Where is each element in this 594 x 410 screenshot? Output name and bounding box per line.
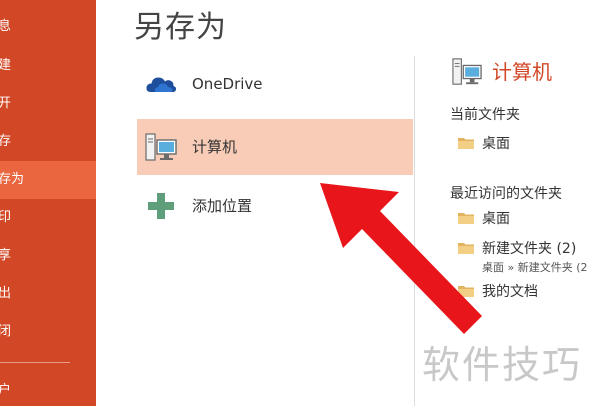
sidebar-item-label: 出 [0, 286, 12, 301]
sidebar-item-account[interactable]: 户 [0, 372, 96, 410]
sidebar-item-export[interactable]: 出 [0, 275, 96, 313]
sidebar-item-label: 开 [0, 96, 12, 111]
sidebar-item-label: 建 [0, 58, 12, 73]
plus-icon [148, 193, 174, 219]
sidebar-item-label: 息 [0, 19, 12, 34]
place-label: 计算机 [192, 138, 238, 156]
recent-folders-heading: 最近访问的文件夹 [450, 186, 562, 202]
recent-folder-item[interactable]: 新建文件夹 (2) [456, 237, 594, 259]
place-label: OneDrive [192, 75, 263, 93]
sidebar-item-label: 存为 [0, 172, 25, 187]
folder-name: 我的文档 [482, 284, 538, 300]
sidebar-item-print[interactable]: 印 [0, 199, 96, 237]
sidebar-item-save[interactable]: 存 [0, 123, 96, 161]
folder-icon [458, 213, 474, 224]
folder-icon [458, 243, 474, 254]
sidebar-item-label: 享 [0, 248, 12, 263]
folder-icon [458, 286, 474, 297]
pane-title: 计算机 [492, 60, 552, 84]
place-onedrive[interactable]: OneDrive [137, 56, 413, 112]
current-folder-item[interactable]: 桌面 [456, 132, 594, 154]
current-folder-heading: 当前文件夹 [450, 107, 520, 123]
place-computer[interactable]: 计算机 [137, 119, 413, 175]
sidebar-item-label: 闭 [0, 324, 12, 339]
sidebar-item-info[interactable]: 息 [0, 8, 96, 46]
sidebar-item-new[interactable]: 建 [0, 47, 96, 85]
computer-icon [145, 133, 177, 161]
recent-folder-item[interactable]: 桌面 [456, 207, 594, 229]
folder-name: 桌面 [482, 211, 510, 227]
watermark: 软件技巧 [422, 343, 583, 387]
sidebar-item-label: 存 [0, 134, 12, 149]
folder-name: 桌面 [482, 136, 510, 152]
sidebar-item-share[interactable]: 享 [0, 237, 96, 275]
sidebar-item-open[interactable]: 开 [0, 85, 96, 123]
sidebar-item-label: 印 [0, 210, 12, 225]
folder-path: 桌面 » 新建文件夹 (2 [482, 261, 588, 274]
cloud-icon [146, 77, 177, 92]
folder-icon [458, 138, 474, 149]
recent-folder-item[interactable]: 我的文档 [456, 280, 594, 302]
page-title: 另存为 [134, 10, 227, 45]
sidebar-item-close[interactable]: 闭 [0, 313, 96, 351]
pane-separator [414, 56, 415, 406]
place-label: 添加位置 [192, 197, 253, 215]
backstage-sidebar: 息 建 开 存 存为 印 享 出 闭 户 [0, 0, 96, 406]
computer-icon [452, 58, 482, 85]
sidebar-item-label: 户 [0, 383, 12, 398]
sidebar-divider [0, 362, 70, 363]
sidebar-item-save-as[interactable]: 存为 [0, 161, 96, 199]
place-add-location[interactable]: 添加位置 [137, 178, 413, 234]
folder-name: 新建文件夹 (2) [482, 241, 577, 257]
